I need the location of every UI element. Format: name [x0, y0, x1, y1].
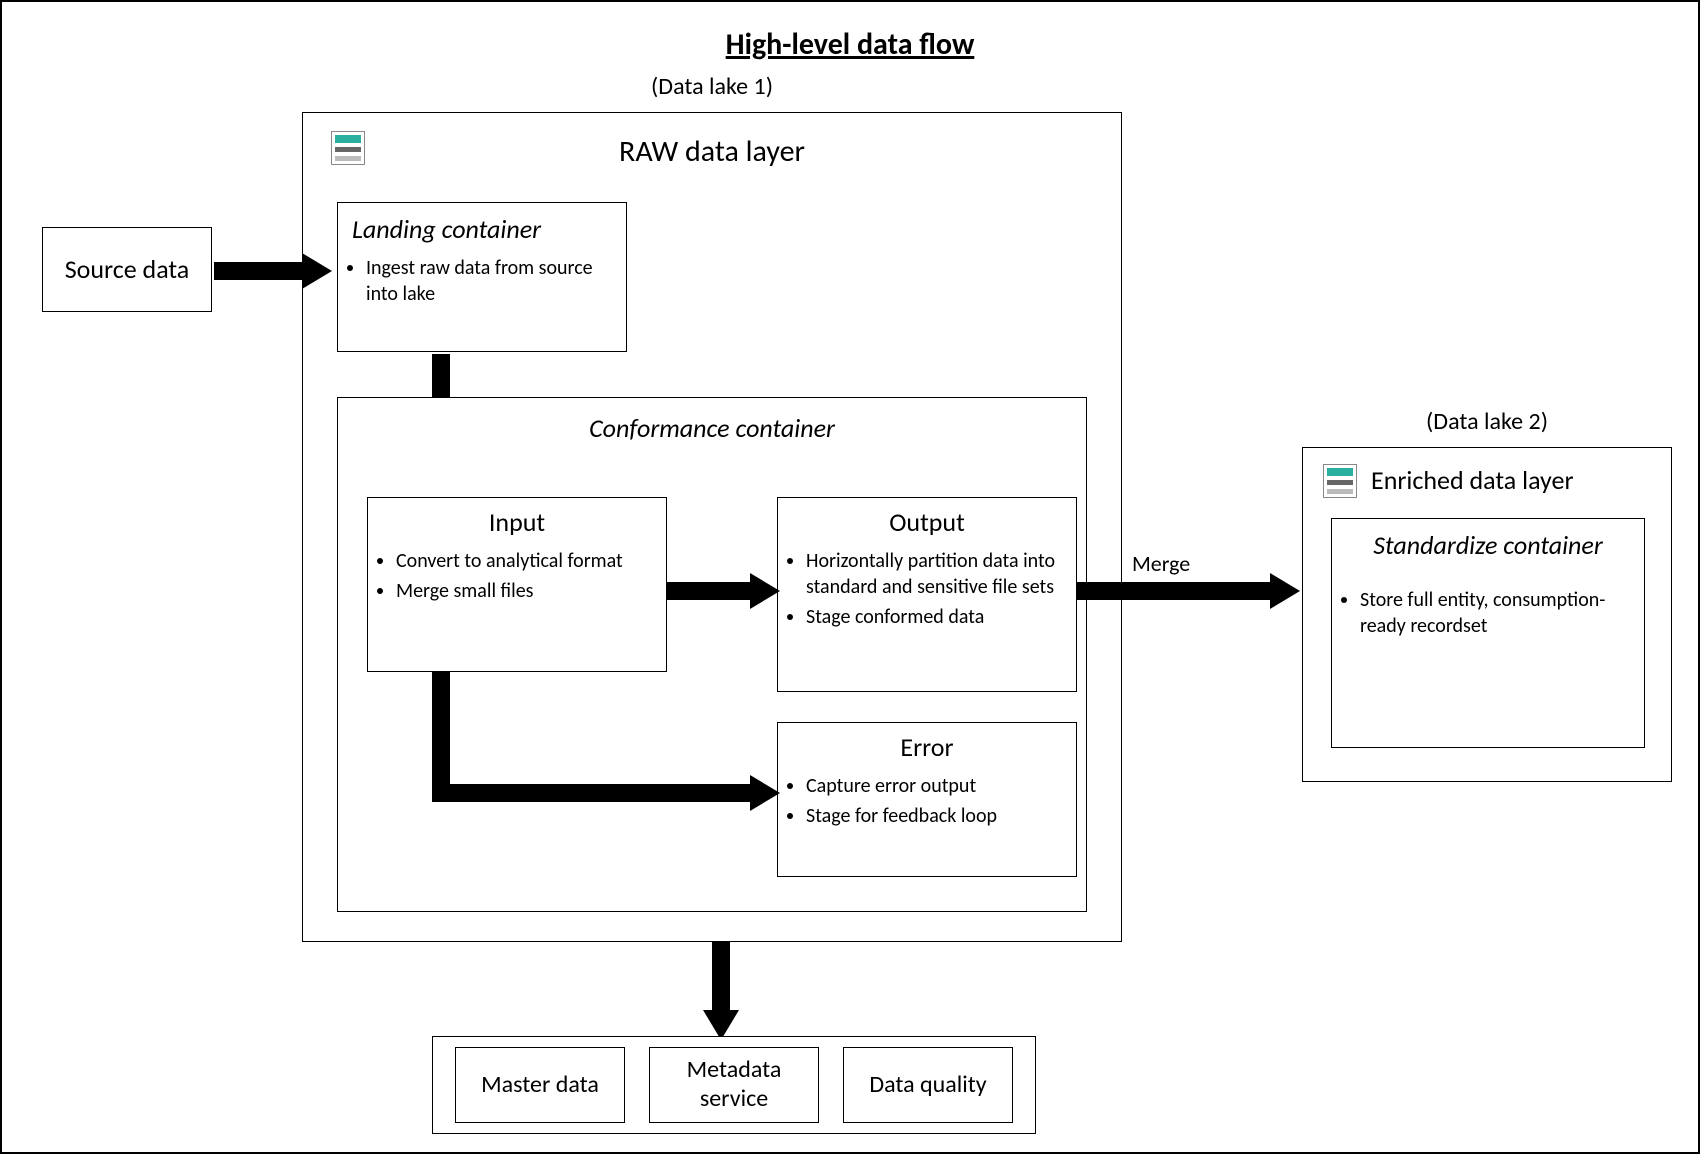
diagram-canvas: High-level data flow (Data lake 1) RAW d…	[0, 0, 1700, 1154]
landing-container-box: Landing container Ingest raw data from s…	[337, 202, 627, 352]
arrowhead-output-to-enriched	[1270, 573, 1300, 609]
merge-label: Merge	[1132, 550, 1190, 577]
input-bullet-1: Convert to analytical format	[396, 548, 652, 574]
datalake1-label: (Data lake 1)	[302, 72, 1122, 101]
standardize-title: Standardize container	[1332, 519, 1644, 567]
service-data-quality: Data quality	[843, 1047, 1013, 1123]
enriched-layer-box: Enriched data layer Standardize containe…	[1302, 447, 1672, 782]
source-data-label: Source data	[65, 254, 190, 285]
arrowhead-source-to-landing	[302, 253, 332, 289]
datalake2-label: (Data lake 2)	[1302, 407, 1672, 436]
arrow-input-to-output	[667, 582, 752, 600]
enriched-layer-title: Enriched data layer	[1371, 464, 1574, 496]
error-bullet-2: Stage for feedback loop	[806, 803, 1062, 829]
error-bullet-1: Capture error output	[806, 773, 1062, 799]
arrow-source-to-landing	[214, 262, 304, 280]
output-box: Output Horizontally partition data into …	[777, 497, 1077, 692]
input-box: Input Convert to analytical format Merge…	[367, 497, 667, 672]
standardize-bullet-1: Store full entity, consumption-ready rec…	[1360, 587, 1630, 639]
standardize-container-box: Standardize container Store full entity,…	[1331, 518, 1645, 748]
arrow-input-to-error-v	[432, 672, 450, 802]
arrow-raw-to-services	[712, 942, 730, 1012]
arrow-input-to-error-h	[432, 784, 752, 802]
arrow-output-to-enriched	[1077, 582, 1272, 600]
landing-bullet-1: Ingest raw data from source into lake	[366, 255, 612, 307]
output-bullet-1: Horizontally partition data into standar…	[806, 548, 1062, 600]
landing-container-title: Landing container	[338, 203, 626, 251]
raw-layer-title: RAW data layer	[303, 133, 1121, 170]
error-title: Error	[778, 723, 1076, 769]
input-bullet-2: Merge small files	[396, 578, 652, 604]
source-data-box: Source data	[42, 227, 212, 312]
input-title: Input	[368, 498, 666, 544]
service-metadata: Metadata service	[649, 1047, 819, 1123]
output-bullet-2: Stage conformed data	[806, 604, 1062, 630]
error-box: Error Capture error output Stage for fee…	[777, 722, 1077, 877]
services-box: Master data Metadata service Data qualit…	[432, 1036, 1036, 1134]
arrowhead-input-to-error	[750, 775, 780, 811]
output-title: Output	[778, 498, 1076, 544]
service-master-data: Master data	[455, 1047, 625, 1123]
conformance-title: Conformance container	[338, 398, 1086, 444]
diagram-title: High-level data flow	[2, 26, 1698, 63]
datalake-icon-2	[1323, 464, 1357, 498]
arrowhead-input-to-output	[750, 573, 780, 609]
